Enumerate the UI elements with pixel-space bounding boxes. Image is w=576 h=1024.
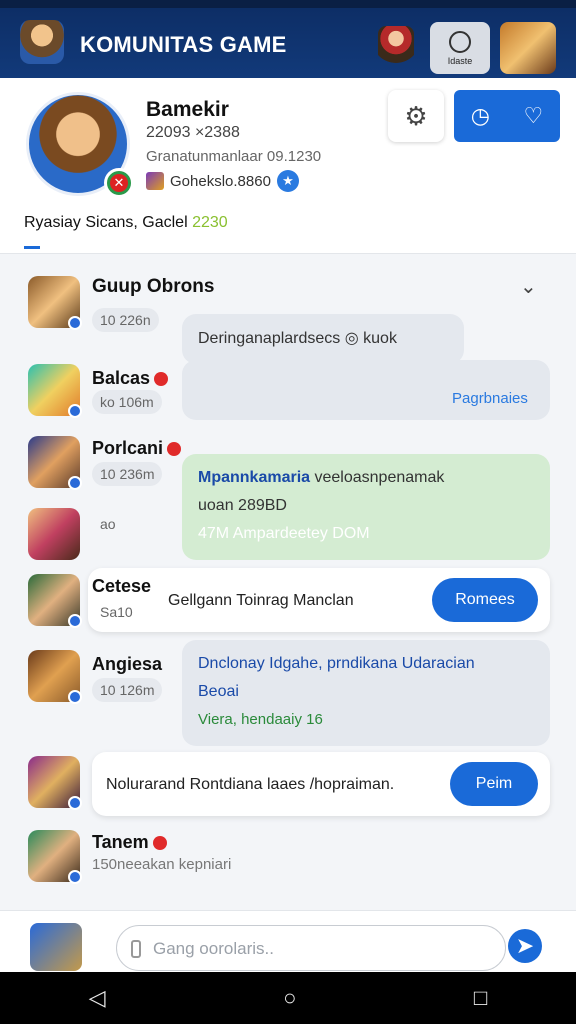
- profile-subtitle: Granatunmanlaar 09.1230: [146, 148, 322, 165]
- home-icon[interactable]: ○: [283, 985, 296, 1011]
- language-label: Idaste: [447, 55, 473, 66]
- profile-rank: Gohekslo.8860 ★: [146, 170, 299, 192]
- member-avatar[interactable]: [28, 830, 82, 884]
- message-bubble: Dnclonay Idgahe, prndikana Udaracian Beo…: [182, 640, 550, 746]
- message-bubble: Deringanaplardsecs ◎ kuok: [182, 314, 464, 364]
- join-button[interactable]: Romees: [432, 578, 538, 622]
- action-button-group[interactable]: ◷ ♡: [454, 90, 560, 142]
- clock-icon[interactable]: ◷: [471, 103, 490, 129]
- heart-icon[interactable]: ♡: [524, 103, 544, 129]
- composer-avatar[interactable]: [30, 923, 82, 971]
- member-name: Cetese: [92, 576, 152, 596]
- member-avatar[interactable]: [28, 364, 82, 418]
- message-text: Nolurarand Rontdiana laaes /hopraiman.: [106, 776, 395, 793]
- rank-icon: [146, 172, 164, 190]
- member-name: Angiesa: [92, 654, 163, 674]
- system-nav-bar: ◁ ○ □: [0, 972, 576, 1024]
- language-button[interactable]: Idaste: [430, 22, 490, 74]
- send-icon: ➤: [515, 933, 535, 958]
- member-avatar[interactable]: [28, 650, 82, 704]
- message-meta: 150neeakan kepniari: [92, 856, 232, 873]
- message-meta: Sa10: [100, 604, 133, 620]
- message-meta: ao: [100, 516, 116, 532]
- app-logo[interactable]: [20, 20, 64, 64]
- back-icon[interactable]: ◁: [89, 985, 106, 1011]
- gear-icon: ⚙: [404, 100, 428, 131]
- attach-icon[interactable]: [131, 940, 141, 958]
- member-name: Porlcani: [92, 438, 182, 459]
- member-name: Tanem: [92, 832, 167, 853]
- settings-button[interactable]: ⚙: [388, 90, 444, 142]
- status-bar: [0, 0, 576, 8]
- profile-id: 22093 ×2388: [146, 124, 240, 141]
- chevron-down-icon[interactable]: ⌄: [520, 274, 537, 299]
- member-avatar[interactable]: [28, 574, 82, 628]
- member-avatar[interactable]: [28, 756, 82, 810]
- profile-card: ✕ Bamekir 22093 ×2388 Granatunmanlaar 09…: [0, 78, 576, 254]
- message-bubble-green: Mpannkamaria veeloasnpenamak uoan 289BD …: [182, 454, 550, 560]
- globe-icon: [449, 30, 471, 53]
- chat-group-title: Guup Obrons: [92, 276, 215, 297]
- stats-text: Ryasiay Sicans, Gaclel: [24, 214, 188, 231]
- app-title: KOMUNITAS GAME: [80, 32, 287, 57]
- status-badge: ✕: [104, 168, 134, 198]
- star-icon: ★: [276, 170, 299, 192]
- member-avatar[interactable]: [28, 276, 82, 330]
- profile-name: Bamekir: [146, 98, 229, 121]
- top-bar: KOMUNITAS GAME Idaste: [0, 8, 576, 78]
- member-name: Balcas: [92, 368, 169, 389]
- chat-panel: Guup Obrons ⌄ 10 226n Deringanaplardsecs…: [0, 254, 576, 910]
- hero-thumbnail[interactable]: [500, 22, 556, 74]
- open-button[interactable]: Peim: [450, 762, 538, 806]
- message-composer: Gang oorolaris.. ➤: [0, 910, 576, 972]
- profile-stats: Ryasiay Sicans, Gaclel 2230: [24, 214, 228, 232]
- recent-icon[interactable]: □: [474, 985, 487, 1011]
- send-button[interactable]: ➤: [508, 929, 542, 963]
- stats-number: 2230: [192, 214, 228, 231]
- character-icon[interactable]: [378, 26, 414, 68]
- view-link[interactable]: Pagrbnaies: [452, 390, 528, 407]
- message-input[interactable]: Gang oorolaris..: [116, 925, 506, 971]
- input-placeholder: Gang oorolaris..: [153, 939, 274, 958]
- message-meta: 10 236m: [92, 462, 163, 486]
- member-avatar[interactable]: [28, 436, 82, 490]
- message-highlight: Mpannkamaria: [198, 469, 311, 486]
- member-avatar[interactable]: [28, 508, 80, 560]
- message-text: Gellgann Toinrag Manclan: [168, 592, 354, 609]
- message-meta: 10 126m: [92, 678, 163, 702]
- message-meta: ko 106m: [92, 390, 162, 414]
- rank-text: Gohekslo.8860: [170, 172, 271, 190]
- message-meta: 10 226n: [92, 308, 159, 332]
- tab-indicator: [24, 246, 40, 249]
